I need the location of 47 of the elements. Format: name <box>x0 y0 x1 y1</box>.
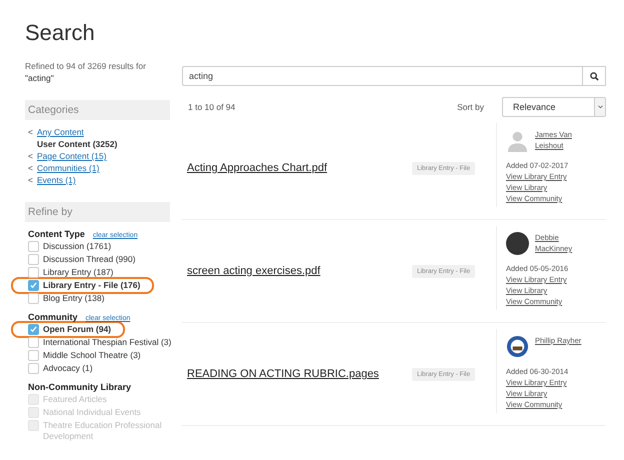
categories-header: Categories <box>25 100 170 120</box>
search-icon <box>590 72 598 80</box>
back-arrow: < <box>28 162 34 174</box>
result-title-link[interactable]: screen acting exercises.pdf <box>187 265 320 277</box>
filter-option[interactable]: Open Forum (94) <box>11 321 126 338</box>
result-title-link[interactable]: Acting Approaches Chart.pdf <box>187 162 328 174</box>
results-summary: Refined to 94 of 3269 results for "acting" <box>25 60 147 84</box>
group-title: Content Type <box>28 229 85 239</box>
checkbox[interactable] <box>28 363 39 374</box>
sort-dropdown[interactable]: Relevance <box>502 97 606 117</box>
page-title: Search <box>25 20 96 46</box>
checkbox[interactable] <box>28 350 39 361</box>
avatar-silhouette-icon <box>506 129 529 152</box>
category-link[interactable]: Any Content <box>37 126 84 138</box>
search-field[interactable]: acting <box>182 66 583 86</box>
group-title: Non-Community Library <box>28 382 132 392</box>
back-arrow: < <box>28 126 34 138</box>
filter-option[interactable]: Library Entry - File (176) <box>11 277 154 294</box>
checkbox[interactable] <box>28 293 39 304</box>
refine-header: Refine by <box>25 202 170 222</box>
filter-option[interactable]: Middle School Theatre (3) <box>25 349 170 362</box>
filter-option[interactable]: Discussion Thread (990) <box>25 253 170 266</box>
checkbox[interactable] <box>28 280 39 291</box>
results-count: 1 to 10 of 94 <box>188 102 236 112</box>
checkbox[interactable] <box>28 241 39 252</box>
filter-option[interactable]: Discussion (1761) <box>25 240 170 253</box>
search-button[interactable] <box>583 66 606 86</box>
result-title-link[interactable]: READING ON ACTING RUBRIC.pages <box>187 368 379 380</box>
checkbox[interactable] <box>28 337 39 348</box>
photo-placeholder <box>506 232 529 255</box>
category-link[interactable]: Communities (1) <box>37 162 100 174</box>
category-link[interactable]: Events (1) <box>37 174 76 186</box>
checkbox[interactable] <box>28 254 39 265</box>
current-category: User Content (3252) <box>37 138 118 150</box>
filter-option[interactable]: Blog Entry (138) <box>25 292 170 305</box>
back-arrow: < <box>28 174 34 186</box>
emblem-icon <box>506 335 529 358</box>
checkbox[interactable] <box>28 267 39 278</box>
caret-icon <box>598 105 602 109</box>
category-link[interactable]: Page Content (15) <box>37 150 106 162</box>
group-title: Community <box>28 312 78 322</box>
filter-option[interactable]: Advocacy (1) <box>25 362 170 375</box>
checkbox[interactable] <box>28 324 39 335</box>
filter-option[interactable]: Library Entry (187) <box>25 266 170 279</box>
filter-option[interactable]: International Thespian Festival (3) <box>25 336 170 349</box>
back-arrow: < <box>28 150 34 162</box>
sort-label: Sort by <box>457 102 484 112</box>
